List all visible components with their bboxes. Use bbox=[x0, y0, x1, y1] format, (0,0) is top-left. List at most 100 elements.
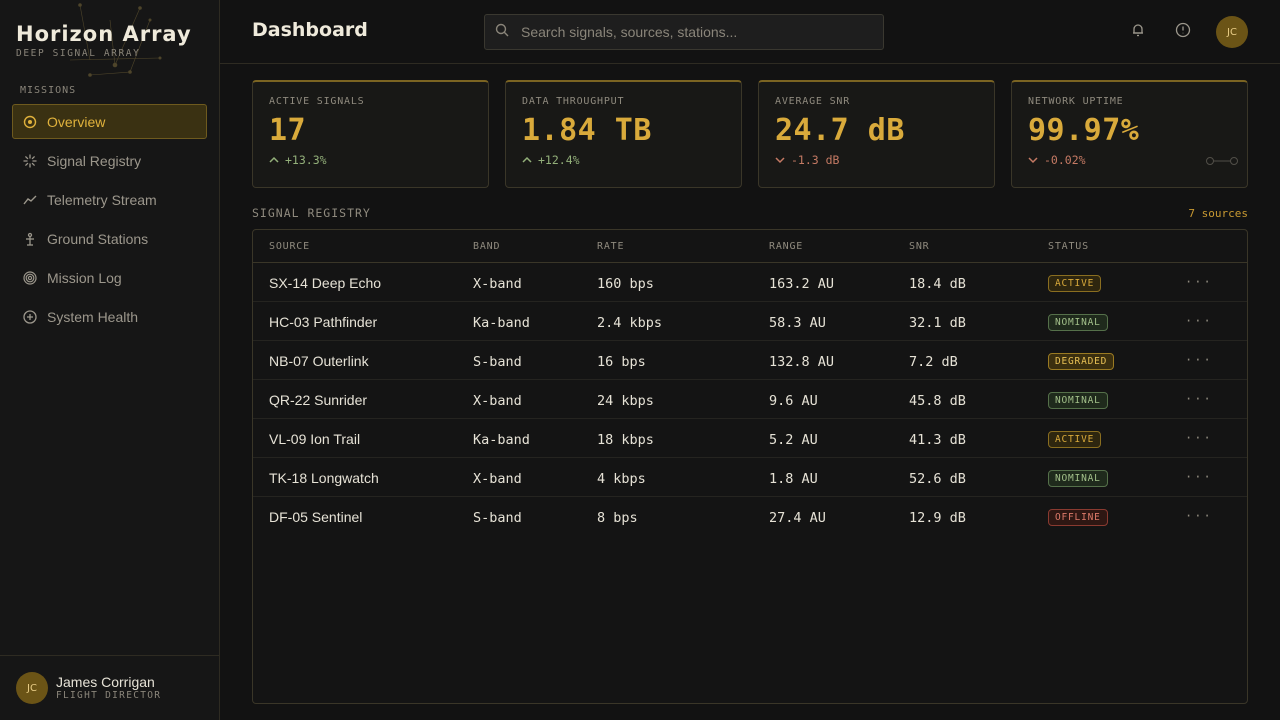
cell-range: 5.2 AU bbox=[769, 432, 818, 448]
cell-rate: 24 kbps bbox=[597, 393, 654, 409]
stat-delta: -0.02% bbox=[1028, 153, 1231, 167]
sidebar-section-label: MISSIONS bbox=[20, 85, 77, 96]
row-actions-button[interactable]: ··· bbox=[1185, 509, 1213, 523]
table-row[interactable]: SX-14 Deep Echo X-band 160 bps 163.2 AU … bbox=[253, 263, 1247, 302]
user-profile[interactable]: JC James Corrigan FLIGHT DIRECTOR bbox=[0, 655, 219, 720]
stat-value: 1.84 TB bbox=[522, 113, 652, 148]
search-input[interactable] bbox=[521, 24, 861, 40]
info-icon[interactable] bbox=[1175, 22, 1195, 42]
search-box[interactable] bbox=[484, 14, 884, 50]
table-row[interactable]: DF-05 Sentinel S-band 8 bps 27.4 AU 12.9… bbox=[253, 497, 1247, 536]
cell-range: 163.2 AU bbox=[769, 276, 835, 292]
user-role: FLIGHT DIRECTOR bbox=[56, 690, 162, 701]
stat-delta-value: +12.4% bbox=[538, 153, 580, 167]
column-header-status[interactable]: STATUS bbox=[1048, 241, 1089, 252]
sidebar-item-label: System Health bbox=[47, 308, 139, 325]
status-badge: ACTIVE bbox=[1048, 275, 1102, 292]
column-header-source[interactable]: SOURCE bbox=[269, 241, 310, 252]
cell-snr: 45.8 dB bbox=[909, 393, 966, 409]
cell-range: 9.6 AU bbox=[769, 393, 818, 409]
sidebar-item-mission-log[interactable]: Mission Log bbox=[12, 260, 207, 295]
cell-source: NB-07 Outerlink bbox=[269, 353, 369, 369]
sidebar: Horizon Array DEEP SIGNAL ARRAY MISSIONS… bbox=[0, 0, 220, 720]
cell-source: HC-03 Pathfinder bbox=[269, 314, 378, 330]
header-avatar[interactable]: JC bbox=[1216, 16, 1248, 48]
registry-title: SIGNAL REGISTRY bbox=[252, 206, 371, 220]
row-actions-button[interactable]: ··· bbox=[1185, 431, 1213, 445]
cell-band: S-band bbox=[473, 510, 522, 526]
signal-registry-table: SOURCE BAND RATE RANGE SNR STATUS SX-14 … bbox=[252, 229, 1248, 704]
concentric-rings-icon bbox=[23, 270, 37, 285]
table-row[interactable]: QR-22 Sunrider X-band 24 kbps 9.6 AU 45.… bbox=[253, 380, 1247, 419]
stat-label: AVERAGE SNR bbox=[775, 96, 851, 107]
row-actions-button[interactable]: ··· bbox=[1185, 470, 1213, 484]
status-badge: NOMINAL bbox=[1048, 314, 1108, 331]
cell-band: S-band bbox=[473, 354, 522, 370]
sidebar-item-telemetry-stream[interactable]: Telemetry Stream bbox=[12, 182, 207, 217]
status-badge: DEGRADED bbox=[1048, 353, 1115, 370]
sidebar-nav: Overview Signal Registry Telemetry Strea… bbox=[12, 104, 207, 338]
sidebar-item-ground-stations[interactable]: Ground Stations bbox=[12, 221, 207, 256]
column-header-snr[interactable]: SNR bbox=[909, 241, 929, 252]
plus-circle-icon bbox=[23, 309, 37, 324]
cell-band: X-band bbox=[473, 276, 522, 292]
cell-rate: 18 kbps bbox=[597, 432, 654, 448]
antenna-tower-icon bbox=[23, 232, 37, 246]
sidebar-item-overview[interactable]: Overview bbox=[12, 104, 207, 139]
column-header-range[interactable]: RANGE bbox=[769, 241, 803, 252]
row-actions-button[interactable]: ··· bbox=[1185, 314, 1213, 328]
column-header-band[interactable]: BAND bbox=[473, 241, 500, 252]
table-row[interactable]: NB-07 Outerlink S-band 16 bps 132.8 AU 7… bbox=[253, 341, 1247, 380]
row-actions-button[interactable]: ··· bbox=[1185, 392, 1213, 406]
sidebar-item-label: Ground Stations bbox=[47, 230, 149, 247]
sidebar-item-label: Overview bbox=[47, 113, 106, 130]
status-badge: NOMINAL bbox=[1048, 392, 1108, 409]
cell-snr: 32.1 dB bbox=[909, 315, 966, 331]
cell-band: Ka-band bbox=[473, 432, 530, 448]
stat-card-network-uptime: NETWORK UPTIME 99.97% -0.02% bbox=[1011, 80, 1248, 188]
stat-card-average-snr: AVERAGE SNR 24.7 dB -1.3 dB bbox=[758, 80, 995, 188]
row-actions-button[interactable]: ··· bbox=[1185, 353, 1213, 367]
table-row[interactable]: VL-09 Ion Trail Ka-band 18 kbps 5.2 AU 4… bbox=[253, 419, 1247, 458]
cell-rate: 4 kbps bbox=[597, 471, 646, 487]
cell-range: 132.8 AU bbox=[769, 354, 835, 370]
stat-delta: -1.3 dB bbox=[775, 153, 978, 167]
sidebar-item-label: Signal Registry bbox=[47, 152, 142, 169]
cell-band: X-band bbox=[473, 471, 522, 487]
stat-delta-value: -0.02% bbox=[1044, 153, 1086, 167]
stat-value: 17 bbox=[269, 113, 307, 148]
search-icon bbox=[495, 23, 509, 42]
stat-card-active-signals: ACTIVE SIGNALS 17 +13.3% bbox=[252, 80, 489, 188]
page-title: Dashboard bbox=[252, 19, 368, 41]
link-nodes-icon bbox=[1206, 157, 1238, 165]
cell-range: 27.4 AU bbox=[769, 510, 826, 526]
chevron-down-icon bbox=[1028, 157, 1038, 164]
stat-delta: +13.3% bbox=[269, 153, 472, 167]
table-row[interactable]: TK-18 Longwatch X-band 4 kbps 1.8 AU 52.… bbox=[253, 458, 1247, 497]
row-actions-button[interactable]: ··· bbox=[1185, 275, 1213, 289]
cell-source: DF-05 Sentinel bbox=[269, 509, 363, 525]
stat-label: DATA THROUGHPUT bbox=[522, 96, 625, 107]
cell-rate: 2.4 kbps bbox=[597, 315, 663, 331]
cell-range: 1.8 AU bbox=[769, 471, 818, 487]
table-row[interactable]: HC-03 Pathfinder Ka-band 2.4 kbps 58.3 A… bbox=[253, 302, 1247, 341]
target-icon bbox=[23, 115, 37, 129]
column-header-rate[interactable]: RATE bbox=[597, 241, 624, 252]
sidebar-item-label: Mission Log bbox=[47, 269, 122, 286]
registry-count: 7 sources bbox=[1188, 207, 1248, 220]
cell-rate: 8 bps bbox=[597, 510, 638, 526]
sparkle-icon bbox=[23, 153, 37, 168]
cell-range: 58.3 AU bbox=[769, 315, 826, 331]
sidebar-item-signal-registry[interactable]: Signal Registry bbox=[12, 143, 207, 178]
sidebar-item-label: Telemetry Stream bbox=[47, 191, 157, 208]
bell-icon[interactable] bbox=[1130, 22, 1150, 42]
chevron-up-icon bbox=[522, 156, 532, 163]
stat-delta: +12.4% bbox=[522, 153, 725, 167]
trend-line-icon bbox=[23, 193, 37, 207]
stat-delta-value: -1.3 dB bbox=[791, 153, 840, 167]
cell-snr: 12.9 dB bbox=[909, 510, 966, 526]
cell-source: QR-22 Sunrider bbox=[269, 392, 368, 408]
cell-band: X-band bbox=[473, 393, 522, 409]
cell-source: TK-18 Longwatch bbox=[269, 470, 379, 486]
sidebar-item-system-health[interactable]: System Health bbox=[12, 299, 207, 334]
